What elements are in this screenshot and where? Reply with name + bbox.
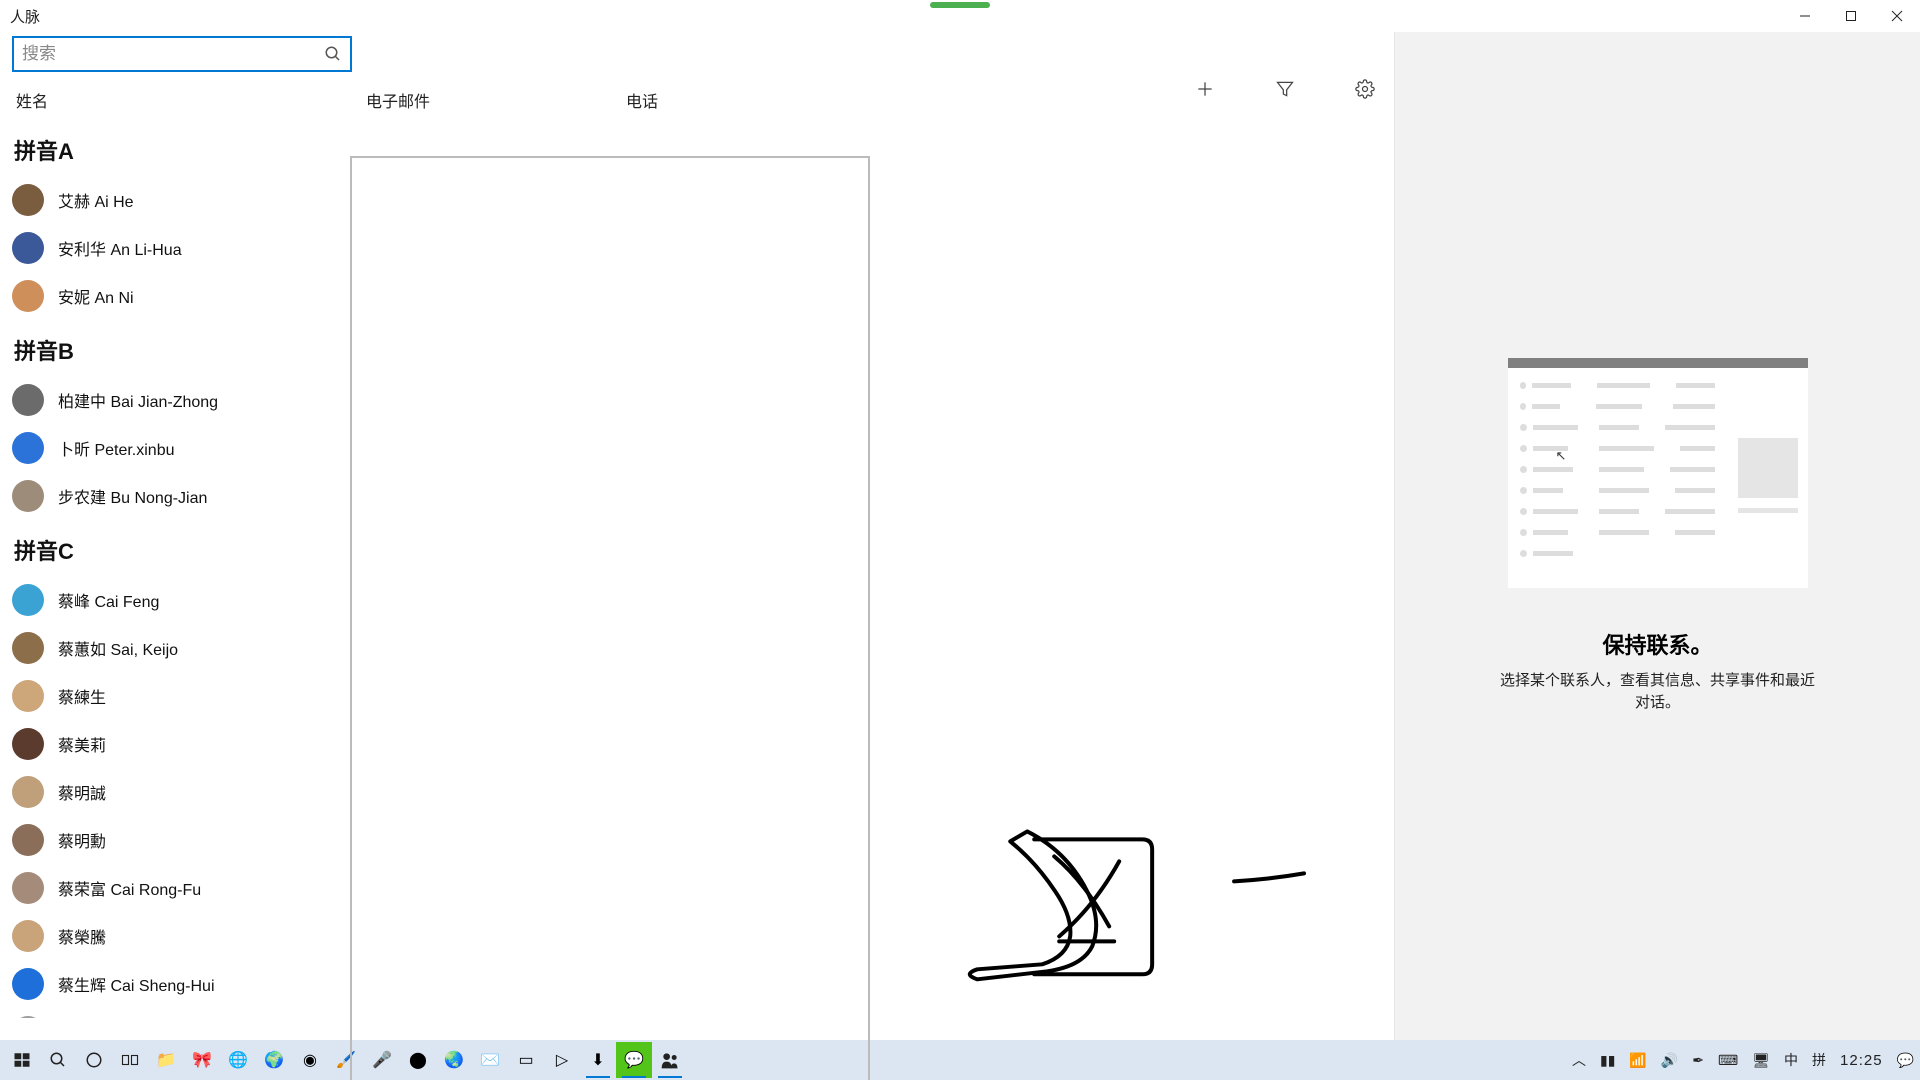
empty-description: 选择某个联系人，查看其信息、共享事件和最近对话。 — [1498, 670, 1818, 715]
contact-name: 蔡明誠 — [58, 780, 106, 804]
search-icon — [49, 1051, 67, 1069]
filter-icon — [1275, 79, 1295, 99]
tray-battery-icon[interactable]: ▮▮ — [1600, 1052, 1615, 1069]
plus-icon — [1195, 79, 1215, 99]
avatar — [12, 432, 44, 464]
maximize-button[interactable] — [1828, 0, 1874, 32]
app-title: 人脉 — [10, 6, 40, 27]
taskbar-chrome[interactable]: ◉ — [292, 1042, 328, 1078]
empty-title: 保持联系。 — [1602, 628, 1712, 660]
contact-name: 柏建中 Bai Jian-Zhong — [58, 388, 218, 412]
filter-button[interactable] — [1266, 70, 1304, 108]
taskbar-search[interactable] — [40, 1042, 76, 1078]
avatar — [12, 632, 44, 664]
contacts-pane: 姓名 电子邮件 电话 拼音A艾赫 Ai He安利华 An Li-Hua安妮 An… — [0, 32, 1395, 1040]
column-name[interactable]: 姓名 — [16, 88, 366, 112]
taskbar-explorer[interactable]: 📁 — [148, 1042, 184, 1078]
avatar — [12, 280, 44, 312]
add-contact-button[interactable] — [1186, 70, 1224, 108]
start-button[interactable] — [4, 1042, 40, 1078]
gear-icon — [1355, 79, 1375, 99]
tray-volume-icon[interactable]: 🔊 — [1661, 1052, 1678, 1069]
ime-candidate-box[interactable] — [350, 156, 870, 1080]
taskbar-edge[interactable]: 🌐 — [220, 1042, 256, 1078]
contact-name: 蔡蕙如 Sai, Keijo — [58, 636, 178, 660]
contact-name: 安利华 An Li-Hua — [58, 236, 182, 260]
tray-chevron-icon[interactable]: ︿ — [1572, 1050, 1586, 1070]
search-box[interactable] — [12, 36, 352, 72]
avatar — [12, 824, 44, 856]
avatar — [12, 776, 44, 808]
contact-name: 步农建 Bu Nong-Jian — [58, 484, 207, 508]
avatar — [12, 680, 44, 712]
contact-name: 艾赫 Ai He — [58, 188, 134, 212]
empty-illustration: ↖ — [1508, 358, 1808, 588]
avatar — [12, 920, 44, 952]
tray-notification-icon[interactable]: 💬 — [1897, 1052, 1914, 1069]
contact-name: 蔡峰 Cai Feng — [58, 588, 159, 612]
avatar — [12, 384, 44, 416]
avatar — [12, 728, 44, 760]
settings-button[interactable] — [1346, 70, 1384, 108]
column-email[interactable]: 电子邮件 — [366, 88, 626, 112]
taskbar: 📁 🎀 🌐 🌍 ◉ 🖌️ 🎤 ⬤ 🌏 ✉️ ▭ ▷ ⬇ 💬 ︿ ▮▮ 📶 🔊 ✒… — [0, 1040, 1920, 1080]
contact-name: 卜昕 Peter.xinbu — [58, 436, 175, 460]
tray-ime-mode[interactable]: 拼 — [1812, 1050, 1826, 1070]
window-controls — [1782, 0, 1920, 32]
close-button[interactable] — [1874, 0, 1920, 32]
contact-name: 蔡明勳 — [58, 828, 106, 852]
search-icon — [324, 45, 342, 63]
contact-name: 蔡荣富 Cai Rong-Fu — [58, 876, 201, 900]
circle-icon — [85, 1051, 103, 1069]
taskbar-cortana[interactable] — [76, 1042, 112, 1078]
tray-ime-lang[interactable]: 中 — [1784, 1050, 1798, 1070]
taskview-icon — [120, 1051, 140, 1069]
taskbar-app-1[interactable]: 🎀 — [184, 1042, 220, 1078]
contact-name: 安妮 An Ni — [58, 284, 134, 308]
avatar — [12, 872, 44, 904]
tray-clock[interactable]: 12:25 — [1840, 1052, 1883, 1069]
cursor-icon: ↖ — [1556, 448, 1567, 464]
avatar — [12, 968, 44, 1000]
tray-keyboard-icon[interactable]: ⌨ — [1718, 1052, 1738, 1069]
column-headers: 姓名 电子邮件 电话 — [0, 72, 1394, 120]
minimize-button[interactable] — [1782, 0, 1828, 32]
empty-state: ↖ 保持联系。 选择某个联系人，查看其信息、共享事件和最近对话。 — [1498, 358, 1818, 715]
taskbar-taskview[interactable] — [112, 1042, 148, 1078]
avatar — [12, 1016, 44, 1018]
avatar — [12, 232, 44, 264]
avatar — [12, 584, 44, 616]
windows-icon — [13, 1051, 31, 1069]
title-indicator — [930, 2, 990, 8]
contact-name: 蔡生辉 Cai Sheng-Hui — [58, 972, 215, 996]
avatar — [12, 480, 44, 512]
title-bar: 人脉 — [0, 0, 1920, 32]
taskbar-browser[interactable]: 🌍 — [256, 1042, 292, 1078]
contact-name: 蔡榮騰 — [58, 924, 106, 948]
search-input[interactable] — [22, 44, 324, 64]
detail-pane: ↖ 保持联系。 选择某个联系人，查看其信息、共享事件和最近对话。 — [1395, 32, 1920, 1040]
contact-name: 蔡美莉 — [58, 732, 106, 756]
avatar — [12, 184, 44, 216]
contact-name: 蔡練生 — [58, 684, 106, 708]
tray-wifi-icon[interactable]: 📶 — [1629, 1052, 1646, 1069]
tray-display-icon[interactable]: 🖥 — [1752, 1052, 1770, 1069]
tray-pen-icon[interactable]: ✒ — [1692, 1052, 1704, 1069]
